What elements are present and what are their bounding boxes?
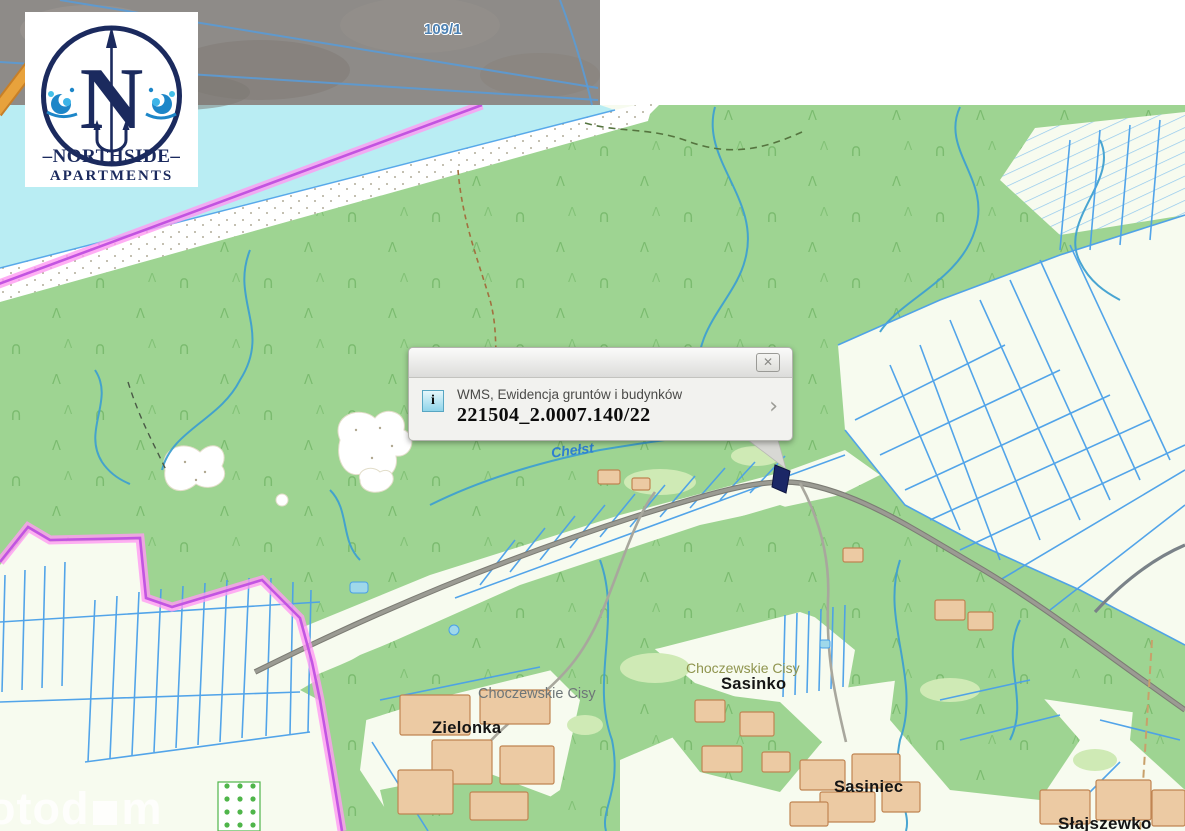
wave-icon-left bbox=[47, 88, 77, 117]
chevron-right-icon[interactable]: › bbox=[769, 397, 780, 417]
parcel-number: 221504_2.0007.140/22 bbox=[457, 403, 682, 427]
village-label-sasinko: Sasinko bbox=[721, 675, 786, 694]
watermark-suffix: m bbox=[121, 783, 162, 831]
logo-name: –NORTHSIDE– bbox=[42, 146, 181, 167]
watermark-square-glyph bbox=[93, 801, 117, 825]
info-icon: i bbox=[422, 390, 444, 412]
village-label-sasiniec: Sasiniec bbox=[834, 778, 903, 797]
wms-info-popup: ✕ i WMS, Ewidencja gruntów i budynków 22… bbox=[408, 347, 793, 441]
otodom-watermark: otod m bbox=[0, 783, 162, 831]
popup-body: i WMS, Ewidencja gruntów i budynków 2215… bbox=[409, 378, 792, 440]
layer-source-label: WMS, Ewidencja gruntów i budynków bbox=[457, 387, 682, 403]
forest-area-label-east: Choczewskie Cisy bbox=[686, 660, 800, 676]
northside-logo: N bbox=[25, 12, 198, 187]
forest-area-label-west: Choczewskie Cisy bbox=[478, 686, 596, 702]
village-label-zielonka: Zielonka bbox=[432, 719, 501, 738]
wave-icon-right bbox=[146, 88, 176, 118]
aerial-parcel-label: 109/1 bbox=[424, 21, 462, 38]
close-button[interactable]: ✕ bbox=[756, 353, 780, 372]
popup-header[interactable]: ✕ bbox=[409, 348, 792, 378]
popup-content: WMS, Ewidencja gruntów i budynków 221504… bbox=[457, 387, 682, 427]
orchard bbox=[218, 782, 260, 831]
map-viewport: ∩ Λ Λ bbox=[0, 0, 1185, 831]
logo-subtitle: APARTMENTS bbox=[50, 168, 173, 184]
watermark-prefix: otod bbox=[0, 783, 89, 831]
village-label-slajszewko: Słajszewko bbox=[1058, 814, 1152, 831]
